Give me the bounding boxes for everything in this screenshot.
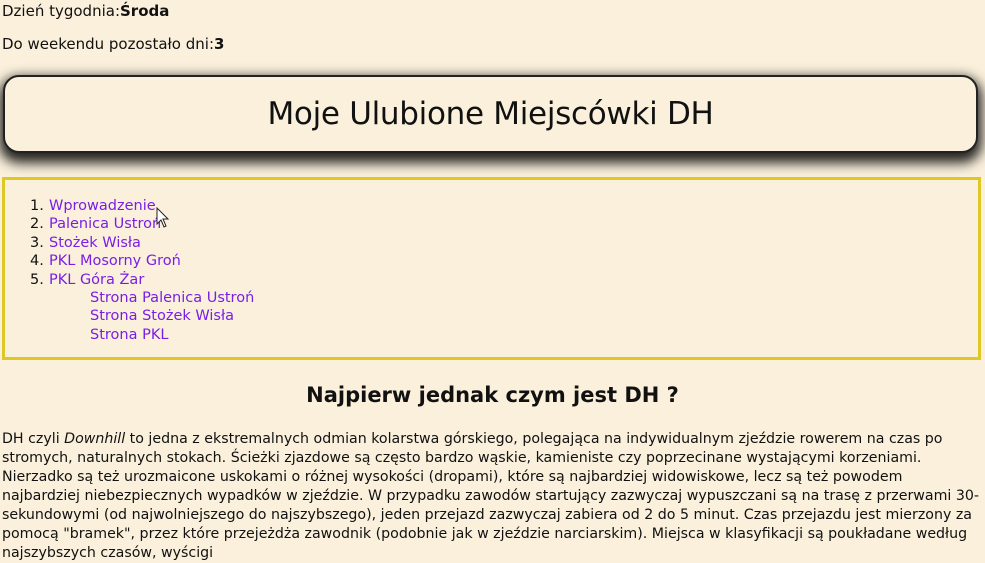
day-label: Dzień tygodnia:: [2, 2, 120, 20]
paragraph-rest: to jedna z ekstremalnych odmian kolarstw…: [2, 431, 980, 561]
table-of-contents: 1. Wprowadzenie 2. Palenica Ustroń 3. Stoże…: [2, 177, 981, 360]
external-link-stozek[interactable]: Strona Stożek Wisła: [30, 307, 254, 325]
toc-item-mosorny: 4. PKL Mosorny Groń: [30, 252, 254, 270]
sub-link-item: Strona Palenica Ustroń: [30, 289, 254, 307]
toc-item-palenica: 2. Palenica Ustroń: [30, 215, 254, 233]
intro-paragraph: DH czyli Downhill to jedna z ekstremalny…: [2, 430, 982, 563]
toc-list: 1. Wprowadzenie 2. Palenica Ustroń 3. Stoże…: [30, 197, 254, 344]
page-header: Moje Ulubione Miejscówki DH: [3, 75, 978, 153]
list-number: 3.: [30, 234, 44, 251]
weekend-label: Do weekendu pozostało dni:: [2, 35, 214, 53]
toc-link-stozek[interactable]: Stożek Wisła: [49, 235, 141, 251]
toc-link-mosorny[interactable]: PKL Mosorny Groń: [49, 253, 181, 269]
sub-link-item: Strona PKL: [30, 326, 254, 344]
days-to-weekend-line: Do weekendu pozostało dni:3: [2, 35, 224, 53]
list-number: 1.: [30, 198, 44, 214]
toc-item-wprowadzenie: 1. Wprowadzenie: [30, 197, 254, 215]
section-heading: Najpierw jednak czym jest DH ?: [306, 383, 679, 407]
paragraph-start: DH czyli: [2, 431, 65, 447]
list-number: 4.: [30, 253, 44, 270]
toc-item-gora-zar: 5. PKL Góra Żar: [30, 271, 254, 289]
toc-link-wprowadzenie[interactable]: Wprowadzenie: [49, 198, 156, 214]
external-link-pkl[interactable]: Strona PKL: [30, 326, 254, 344]
toc-item-stozek: 3. Stożek Wisła: [30, 234, 254, 252]
mouse-cursor-icon: [156, 207, 170, 228]
page-title: Moje Ulubione Miejscówki DH: [267, 96, 714, 132]
day-value: Środa: [120, 2, 170, 20]
list-number: 5.: [30, 271, 44, 288]
day-of-week-line: Dzień tygodnia:Środa: [2, 2, 169, 20]
toc-link-palenica[interactable]: Palenica Ustroń: [49, 216, 161, 232]
external-link-palenica[interactable]: Strona Palenica Ustroń: [30, 289, 254, 307]
paragraph-italic-term: Downhill: [64, 431, 126, 447]
sub-link-item: Strona Stożek Wisła: [30, 307, 254, 325]
weekend-value: 3: [214, 35, 225, 53]
list-number: 2.: [30, 216, 44, 233]
toc-link-gora-zar[interactable]: PKL Góra Żar: [49, 272, 144, 288]
